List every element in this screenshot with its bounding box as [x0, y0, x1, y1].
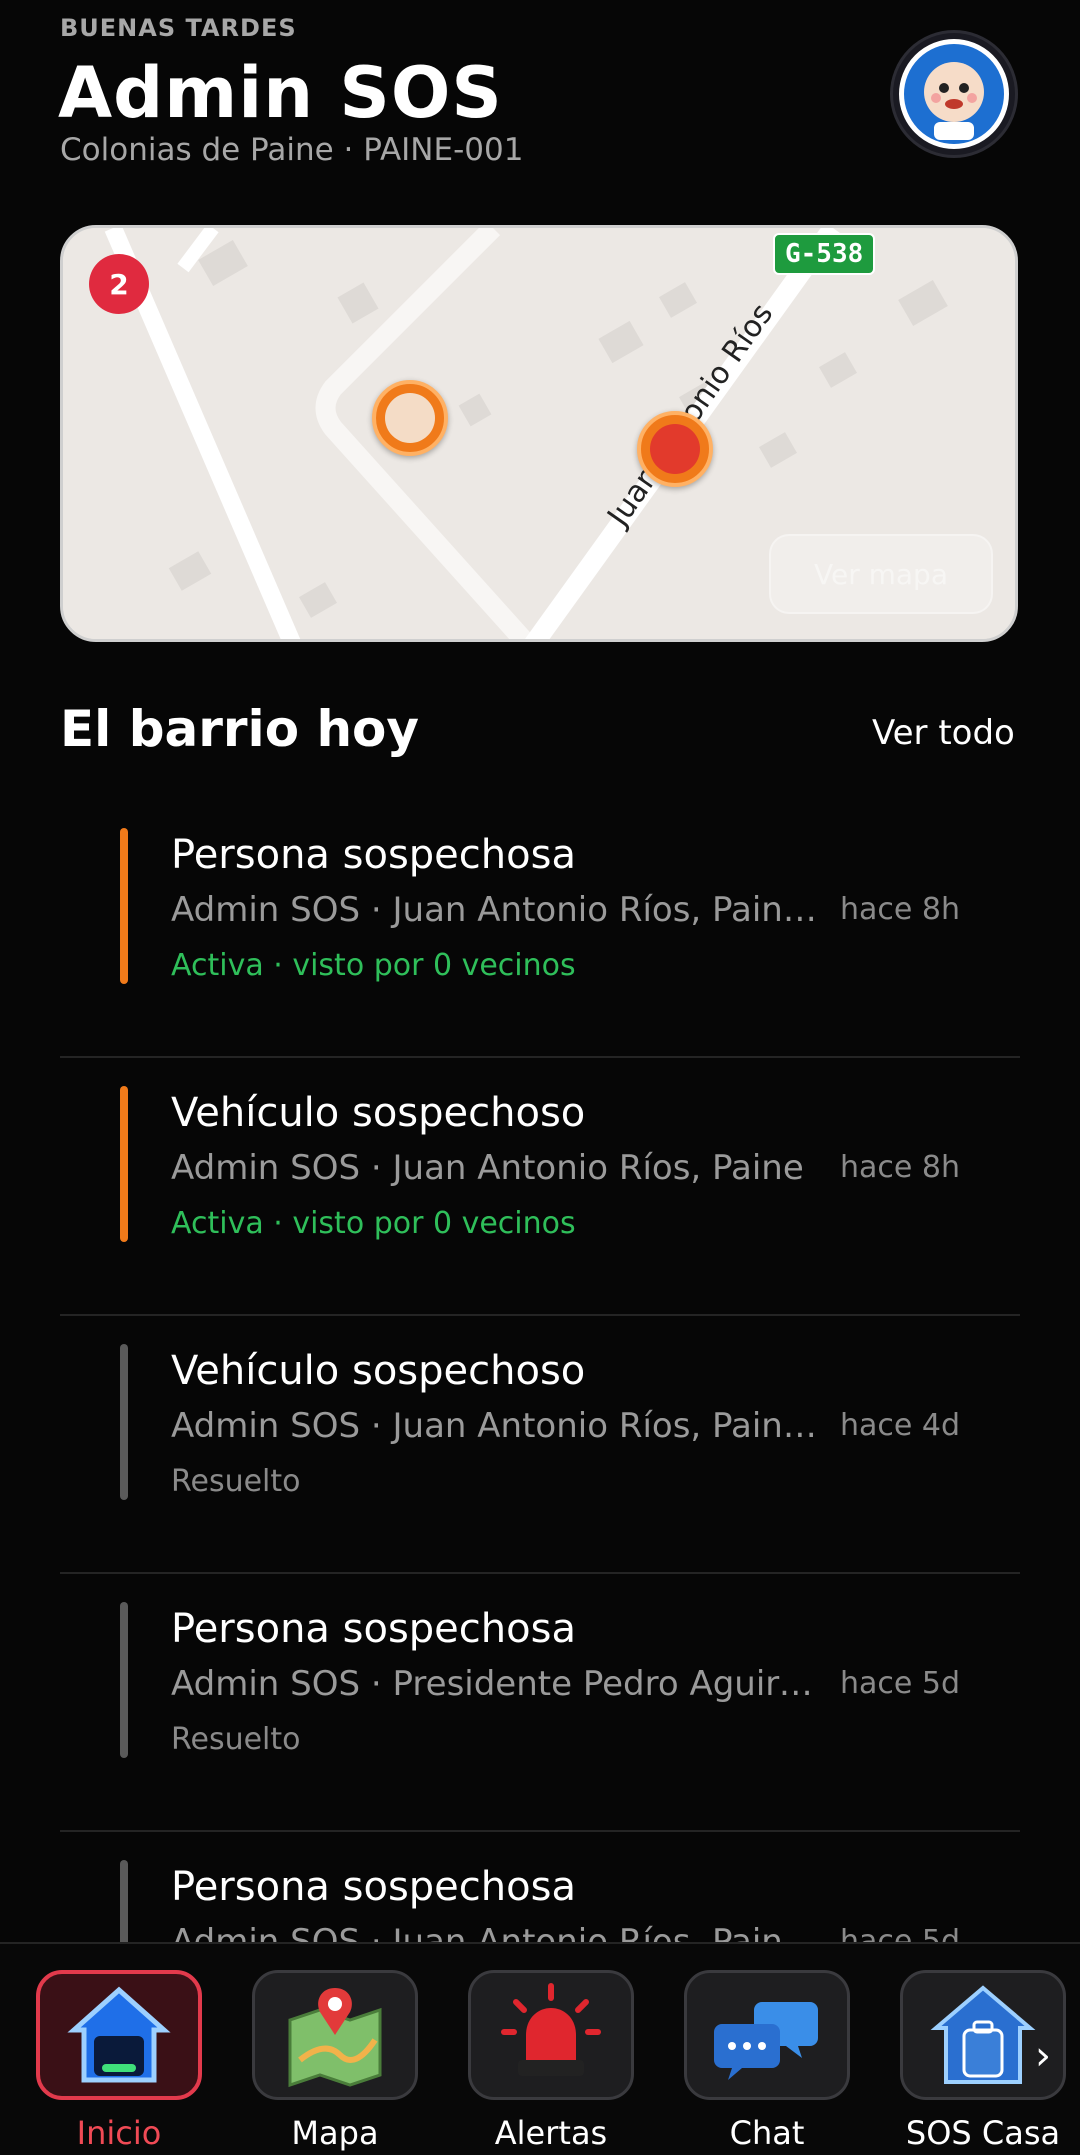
mascot-icon: [899, 39, 1009, 149]
page-title: Admin SOS: [58, 52, 503, 134]
map-tile[interactable]: [252, 1970, 418, 2100]
siren-icon: [501, 1983, 601, 2076]
bottom-nav: Inicio Mapa Alertas Chat › SOS Casa: [0, 1942, 1080, 2155]
item-title: Persona sospechosa: [171, 1606, 576, 1652]
sos-home-tile[interactable]: ›: [900, 1970, 1066, 2100]
item-status: Activa · visto por 0 vecinos: [171, 948, 576, 983]
status-bar: [120, 1344, 128, 1500]
nav-chat[interactable]: Chat: [684, 1970, 850, 2152]
item-subtitle: Admin SOS · Presidente Pedro Aguirre...: [171, 1664, 821, 1704]
nav-home[interactable]: Inicio: [36, 1970, 202, 2152]
item-title: Persona sospechosa: [171, 832, 576, 878]
nav-map-label: Mapa: [291, 2114, 379, 2152]
person-icon: [385, 393, 435, 443]
chevron-right-icon[interactable]: ›: [1035, 2033, 1051, 2079]
alerts-tile[interactable]: [468, 1970, 634, 2100]
list-item[interactable]: Persona sospechosa Admin SOS · Juan Anto…: [60, 800, 1020, 1058]
item-title: Persona sospechosa: [171, 1864, 576, 1910]
alert-count-badge: 2: [89, 254, 149, 314]
section-title: El barrio hoy: [60, 700, 419, 758]
avatar[interactable]: [890, 30, 1018, 158]
item-time: hace 8h: [840, 892, 960, 927]
house-luggage-icon: [930, 1985, 1036, 2084]
item-status: Resuelto: [171, 1722, 301, 1757]
chat-icon: [714, 2002, 818, 2080]
nav-alerts[interactable]: Alertas: [468, 1970, 634, 2152]
list-item[interactable]: Vehículo sospechoso Admin SOS · Juan Ant…: [60, 1058, 1020, 1316]
home-icon: [67, 1986, 171, 2083]
nav-chat-label: Chat: [729, 2114, 805, 2152]
nav-sos-home[interactable]: › SOS Casa: [900, 1970, 1066, 2152]
chat-tile[interactable]: [684, 1970, 850, 2100]
nav-map[interactable]: Mapa: [252, 1970, 418, 2152]
status-bar: [120, 1086, 128, 1242]
alert-list: Persona sospechosa Admin SOS · Juan Anto…: [60, 800, 1020, 2090]
item-subtitle: Admin SOS · Juan Antonio Ríos, Paine...: [171, 1406, 821, 1446]
nav-home-label: Inicio: [76, 2114, 162, 2152]
suspicious-person-pin[interactable]: [372, 380, 448, 456]
car-icon: [650, 424, 700, 474]
see-all-link[interactable]: Ver todo: [872, 713, 1015, 753]
item-time: hace 8h: [840, 1150, 960, 1185]
community-subtitle: Colonias de Paine · PAINE-001: [60, 132, 524, 168]
item-status: Resuelto: [171, 1464, 301, 1499]
greeting-label: BUENAS TARDES: [60, 14, 297, 42]
list-item[interactable]: Vehículo sospechoso Admin SOS · Juan Ant…: [60, 1316, 1020, 1574]
suspicious-vehicle-pin[interactable]: [637, 411, 713, 487]
nav-sos-home-label: SOS Casa: [905, 2114, 1061, 2152]
nav-alerts-label: Alertas: [494, 2114, 608, 2152]
map-icon: [288, 1988, 382, 2088]
view-map-button[interactable]: Ver mapa: [769, 534, 993, 614]
item-status: Activa · visto por 0 vecinos: [171, 1206, 576, 1241]
status-bar: [120, 1602, 128, 1758]
item-subtitle: Admin SOS · Juan Antonio Ríos, Paine...: [171, 890, 821, 930]
neighborhood-map[interactable]: Juan Antonio Ríos 2 G-538 Ver mapa: [60, 225, 1018, 642]
status-bar: [120, 828, 128, 984]
item-time: hace 4d: [839, 1408, 960, 1443]
route-shield: G-538: [773, 233, 876, 275]
item-title: Vehículo sospechoso: [171, 1348, 586, 1394]
home-tile[interactable]: [36, 1970, 202, 2100]
item-subtitle: Admin SOS · Juan Antonio Ríos, Paine: [171, 1148, 804, 1188]
list-item[interactable]: Persona sospechosa Admin SOS · President…: [60, 1574, 1020, 1832]
item-time: hace 5d: [839, 1666, 960, 1701]
item-title: Vehículo sospechoso: [171, 1090, 586, 1136]
